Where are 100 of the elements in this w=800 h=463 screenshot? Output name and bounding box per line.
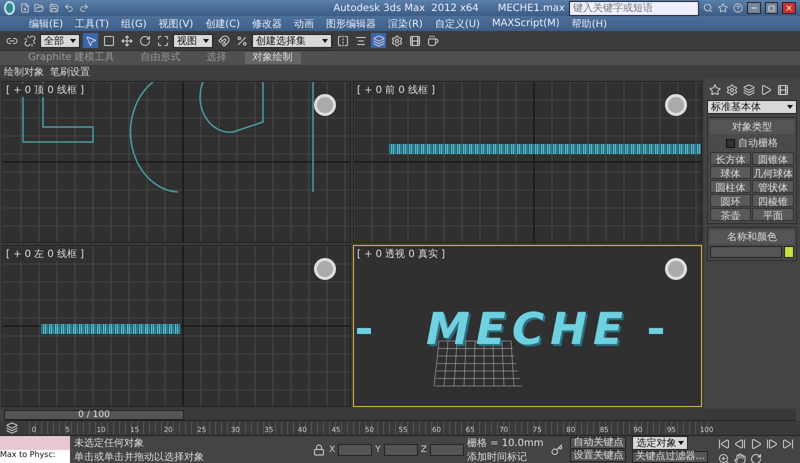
layers-icon[interactable] [371,33,386,48]
primitive-button[interactable]: 圆环 [710,194,751,207]
menu-item[interactable]: 视图(V) [154,16,198,30]
viewport[interactable]: [ + 0 透视 0 真实 ] MECHE [353,245,702,407]
close-icon [785,4,794,12]
time-slider-handle[interactable]: 0 / 100 [4,410,184,420]
scale-icon[interactable] [155,33,170,48]
viewcube-icon[interactable] [314,258,336,280]
mirror-icon[interactable] [335,33,350,48]
search-field[interactable]: 键入关键字或短语 [568,0,699,16]
hierarchy-icon[interactable] [741,82,756,97]
coordinate-field[interactable] [338,444,372,456]
coordinate-dropdown[interactable]: 视图 [173,34,213,48]
viewport-label[interactable]: [ + 0 顶 0 线框 ] [6,83,84,97]
lock-icon[interactable] [311,442,326,457]
viewport-label[interactable]: [ + 0 透视 0 真实 ] [357,247,445,261]
caret-icon [678,441,684,446]
maximize-icon [768,4,776,12]
key-target-dropdown[interactable]: 选定对象 [632,436,688,450]
close-button[interactable] [782,2,796,14]
primitive-button[interactable]: 圆柱体 [710,180,751,193]
move-icon[interactable] [119,33,134,48]
set-key-button[interactable]: 设置关键点 [570,450,626,462]
menu-item[interactable]: 修改器 [247,16,288,30]
primitive-button[interactable]: 茶壶 [710,208,751,221]
zoom-icon[interactable] [716,451,731,463]
name-field[interactable] [710,246,782,258]
ribbon-tab[interactable]: 自由形式 [132,52,189,64]
render-frame-icon[interactable] [407,33,422,48]
primitive-button[interactable]: 几何球体 [752,166,794,179]
menu-item[interactable]: 渲染(R) [383,16,428,30]
dash-shape [648,328,663,334]
ribbon-panel-tab[interactable]: 笔刷设置 [50,65,90,79]
named-selection-dropdown[interactable]: 创建选择集 [252,34,332,48]
axis-label: Z [420,444,427,454]
key-filters-button[interactable]: 关键点过滤器... [632,450,708,463]
unlink-icon[interactable] [22,33,37,48]
minimize-button[interactable] [747,2,761,14]
viewport-label[interactable]: [ + 0 左 0 线框 ] [6,247,84,261]
primitive-button[interactable]: 平面 [752,208,794,221]
caret-icon [322,38,328,42]
render-setup-icon[interactable] [389,33,404,48]
primitive-button[interactable]: 球体 [710,166,751,179]
primitive-button[interactable]: 长方体 [710,152,751,165]
add-time-tag-text[interactable]: 添加时间标记 [466,450,544,463]
ribbon-tab[interactable]: 对象绘制 [244,52,301,64]
coordinate-field[interactable] [430,444,464,456]
ribbon-tab[interactable]: 选择 [198,52,235,64]
viewport[interactable]: [ + 0 左 0 线框 ] [2,245,351,407]
menu-item[interactable]: 组(G) [116,16,152,30]
create-icon[interactable] [707,82,722,97]
rollout-title[interactable]: 名称和颜色 [710,230,794,244]
selection-filter-dropdown[interactable]: 全部 [40,34,80,48]
new-file-icon[interactable] [19,0,30,16]
checkbox[interactable] [726,138,735,148]
pan-icon[interactable] [732,451,747,463]
axis-label: Y [375,444,381,454]
rollout-title[interactable]: 对象类型 [710,120,794,134]
dash-shape [357,328,372,334]
coordinate-field[interactable] [384,444,418,456]
ribbon-panel-tab[interactable]: 绘制对象 [4,65,44,79]
ribbon-tab[interactable]: Graphite 建模工具 [20,52,123,64]
caret-icon [787,105,793,109]
menu-item[interactable]: 帮助(H) [566,16,612,30]
menu-item[interactable]: 工具(T) [70,16,114,30]
menu-item[interactable]: 创建(C) [200,16,246,30]
caret-icon [70,38,76,42]
color-swatch[interactable] [784,246,794,258]
viewport[interactable]: [ + 0 顶 0 线框 ] [2,81,351,243]
menu-item[interactable]: 动画 [289,16,320,30]
checkbox-label: 自动栅格 [738,136,778,150]
menu-item[interactable]: 自定义(U) [430,16,485,30]
viewcube-icon[interactable] [314,94,336,116]
select-region-icon[interactable] [101,33,116,48]
status-message: 单击或单击并拖动以选择对象 [74,450,205,463]
modify-icon[interactable] [724,82,739,97]
window-title: Autodesk 3ds Max 2012 x64 MECHE1.max [333,2,565,14]
auto-key-button[interactable]: 自动关键点 [570,436,626,449]
menu-item[interactable]: 编辑(E) [24,16,68,30]
menu-item[interactable]: MAXScript(M) [486,18,565,29]
primitive-button[interactable]: 四棱锥 [752,194,794,207]
key-icon[interactable] [549,442,564,457]
viewport-label[interactable]: [ + 0 前 0 线框 ] [357,83,435,97]
display-icon[interactable] [775,82,790,97]
primitive-button[interactable]: 管状体 [752,180,794,193]
primitive-button[interactable]: 圆锥体 [752,152,794,165]
app-logo-icon[interactable] [4,1,16,15]
caret-icon [203,38,209,42]
viewcube-icon[interactable] [665,258,687,280]
orbit-icon[interactable] [748,451,763,463]
category-dropdown[interactable]: 标准基本体 [707,100,797,114]
viewcube-icon[interactable] [665,94,687,116]
maximize-button[interactable] [764,2,778,14]
viewport[interactable]: [ + 0 前 0 线框 ] [353,81,702,243]
rotate-icon[interactable] [137,33,152,48]
3d-text: MECHE [426,304,629,355]
menu-item[interactable]: 图形编辑器 [321,16,382,30]
help-icon[interactable] [732,0,744,16]
select-icon[interactable] [83,33,98,48]
snap-icon[interactable] [216,33,231,48]
